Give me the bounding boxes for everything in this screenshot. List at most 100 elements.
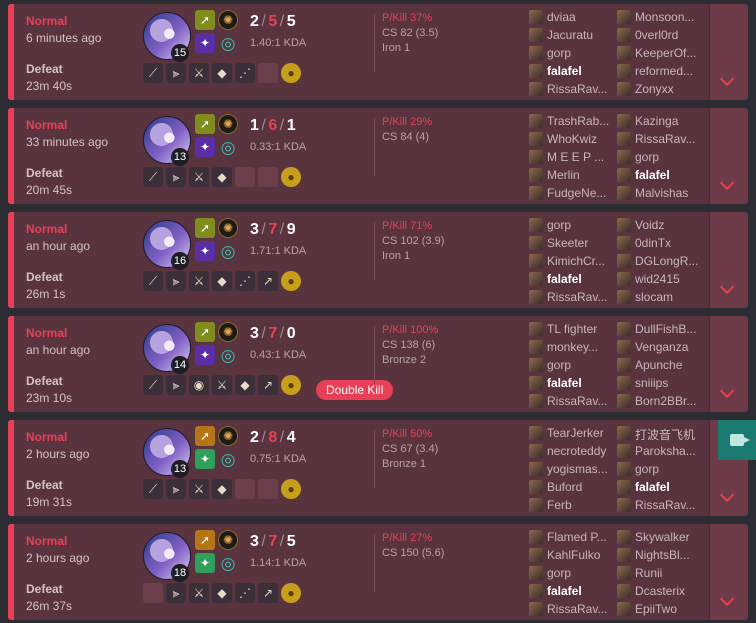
expand-toggle[interactable] <box>709 212 748 308</box>
player-name[interactable]: Monsoon... <box>635 10 703 24</box>
player-entry[interactable]: gorp <box>529 356 615 374</box>
player-entry[interactable]: gorp <box>617 148 703 166</box>
player-entry[interactable]: 0verl0rd <box>617 26 703 44</box>
blade-item-icon[interactable]: ⟋ <box>143 479 163 499</box>
player-entry[interactable]: falafel <box>529 270 615 288</box>
sword-item-icon[interactable]: ⚔ <box>189 583 209 603</box>
spear-item-icon[interactable]: ↗ <box>258 271 278 291</box>
player-name[interactable]: Zonyxx <box>635 82 703 96</box>
player-entry[interactable]: Dcasterix <box>617 582 703 600</box>
player-name[interactable]: EpiiTwo <box>635 602 703 616</box>
player-entry[interactable]: Malvishas <box>617 184 703 202</box>
sword-item-icon[interactable]: ⚔ <box>189 271 209 291</box>
player-name[interactable]: Kazinga <box>635 114 703 128</box>
player-entry[interactable]: EpiiTwo <box>617 600 703 618</box>
player-entry[interactable]: TrashRab... <box>529 112 615 130</box>
player-entry[interactable]: TL fighter <box>529 320 615 338</box>
player-entry[interactable]: Skeeter <box>529 234 615 252</box>
player-name[interactable]: falafel <box>547 272 615 286</box>
player-entry[interactable]: necroteddy <box>529 442 615 460</box>
player-name[interactable]: FudgeNe... <box>547 186 615 200</box>
player-name[interactable]: KahlFulko <box>547 548 615 562</box>
summoner-spell-1-icon[interactable]: ➚ <box>195 322 215 342</box>
player-entry[interactable]: Voidz <box>617 216 703 234</box>
player-entry[interactable]: 打波音飞机 <box>617 424 703 442</box>
claw-item-icon[interactable]: ⋰ <box>235 271 255 291</box>
player-name[interactable]: Born2BBr... <box>635 394 703 408</box>
boots-item-icon[interactable]: ⫸ <box>166 583 186 603</box>
player-name[interactable]: Malvishas <box>635 186 703 200</box>
player-entry[interactable]: Runii <box>617 564 703 582</box>
player-entry[interactable]: KeeperOf... <box>617 44 703 62</box>
spear-item-icon[interactable]: ↗ <box>258 583 278 603</box>
player-name[interactable]: slocam <box>635 290 703 304</box>
player-entry[interactable]: KahlFulko <box>529 546 615 564</box>
player-entry[interactable]: Paroksha... <box>617 442 703 460</box>
player-name[interactable]: RissaRav... <box>635 498 703 512</box>
player-entry[interactable]: RissaRav... <box>529 600 615 618</box>
crystal-item-icon[interactable]: ◆ <box>212 583 232 603</box>
boots-item-icon[interactable]: ⫸ <box>166 375 186 395</box>
player-name[interactable]: Voidz <box>635 218 703 232</box>
sword-item-icon[interactable]: ⚔ <box>212 375 232 395</box>
player-name[interactable]: NightsBl... <box>635 548 703 562</box>
claw-item-icon[interactable]: ⋰ <box>235 63 255 83</box>
player-entry[interactable]: NightsBl... <box>617 546 703 564</box>
player-name[interactable]: gorp <box>547 46 615 60</box>
record-button[interactable] <box>718 420 756 460</box>
player-name[interactable]: falafel <box>547 376 615 390</box>
expand-toggle[interactable] <box>709 524 748 620</box>
sword-item-icon[interactable]: ⚔ <box>189 167 209 187</box>
ward-item-icon[interactable]: ● <box>281 63 301 83</box>
player-name[interactable]: Jacuratu <box>547 28 615 42</box>
player-entry[interactable]: gorp <box>529 216 615 234</box>
player-entry[interactable]: falafel <box>617 166 703 184</box>
player-entry[interactable]: KimichCr... <box>529 252 615 270</box>
player-name[interactable]: DGLongR... <box>635 254 703 268</box>
player-entry[interactable]: Ferb <box>529 496 615 514</box>
player-entry[interactable]: WhoKwiz <box>529 130 615 148</box>
player-name[interactable]: TL fighter <box>547 322 615 336</box>
match-row[interactable]: Normal 2 hours ago Defeat 19m 31s 13 ➚ ✦ ✺ ◎ 2/8/… <box>8 420 748 516</box>
secondary-rune-icon[interactable]: ◎ <box>218 345 238 365</box>
player-name[interactable]: TearJerker <box>547 426 615 440</box>
blade-item-icon[interactable]: ⟋ <box>143 167 163 187</box>
sword-item-icon[interactable]: ⚔ <box>189 63 209 83</box>
crystal-item-icon[interactable]: ◆ <box>212 271 232 291</box>
expand-toggle[interactable] <box>709 108 748 204</box>
player-name[interactable]: Ferb <box>547 498 615 512</box>
player-name[interactable]: KimichCr... <box>547 254 615 268</box>
player-name[interactable]: dviaa <box>547 10 615 24</box>
player-entry[interactable]: 0dinTx <box>617 234 703 252</box>
player-entry[interactable]: falafel <box>529 62 615 80</box>
keystone-rune-icon[interactable]: ✺ <box>218 114 238 134</box>
player-entry[interactable]: FudgeNe... <box>529 184 615 202</box>
summoner-spell-1-icon[interactable]: ➚ <box>195 218 215 238</box>
keystone-rune-icon[interactable]: ✺ <box>218 322 238 342</box>
player-entry[interactable]: gorp <box>529 564 615 582</box>
player-name[interactable]: M E E P ... <box>547 150 615 164</box>
player-name[interactable]: gorp <box>547 218 615 232</box>
player-name[interactable]: RissaRav... <box>547 82 615 96</box>
ward-item-icon[interactable]: ● <box>281 583 301 603</box>
player-name[interactable]: gorp <box>547 358 615 372</box>
player-name[interactable]: Skeeter <box>547 236 615 250</box>
boots-item-icon[interactable]: ⫸ <box>166 271 186 291</box>
player-name[interactable]: Merlin <box>547 168 615 182</box>
secondary-rune-icon[interactable]: ◎ <box>218 241 238 261</box>
player-name[interactable]: Venganza <box>635 340 703 354</box>
summoner-spell-1-icon[interactable]: ➚ <box>195 530 215 550</box>
secondary-rune-icon[interactable]: ◎ <box>218 137 238 157</box>
player-name[interactable]: Dcasterix <box>635 584 703 598</box>
sword-item-icon[interactable]: ⚔ <box>189 479 209 499</box>
player-name[interactable]: falafel <box>547 64 615 78</box>
player-entry[interactable]: gorp <box>617 460 703 478</box>
blade-item-icon[interactable]: ⟋ <box>143 63 163 83</box>
player-entry[interactable]: Venganza <box>617 338 703 356</box>
player-entry[interactable]: Jacuratu <box>529 26 615 44</box>
player-name[interactable]: Paroksha... <box>635 444 703 458</box>
keystone-rune-icon[interactable]: ✺ <box>218 530 238 550</box>
boots-item-icon[interactable]: ⫸ <box>166 63 186 83</box>
boots-item-icon[interactable]: ⫸ <box>166 167 186 187</box>
player-name[interactable]: reformed... <box>635 64 703 78</box>
